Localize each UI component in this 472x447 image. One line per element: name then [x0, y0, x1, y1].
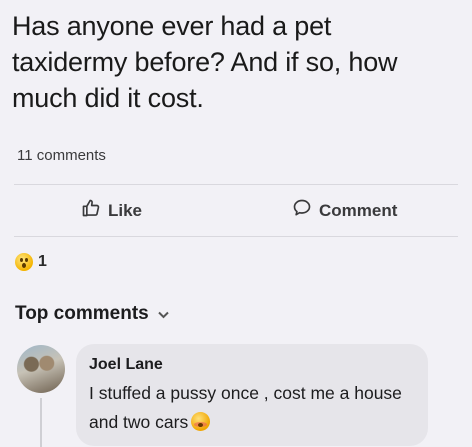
speech-bubble-icon: [292, 198, 312, 223]
divider: [14, 184, 458, 185]
comment-count-link[interactable]: 11 comments: [17, 147, 106, 164]
avatar[interactable]: [17, 345, 65, 393]
post-text: Has anyone ever had a pet taxidermy befo…: [12, 11, 398, 113]
thumbs-up-icon: [81, 198, 101, 223]
like-button[interactable]: Like: [81, 198, 142, 223]
comment-label: Comment: [319, 200, 398, 220]
comment-text: I stuffed a pussy once , cost me a house…: [89, 383, 402, 432]
flushed-emoji-icon: [191, 412, 211, 431]
reaction-summary[interactable]: 1: [15, 253, 47, 271]
thread-line: [40, 398, 42, 447]
wow-emoji-icon: [15, 253, 33, 271]
comment-text-container: I stuffed a pussy once , cost me a house…: [89, 379, 419, 437]
top-comments-dropdown[interactable]: Top comments: [15, 303, 169, 325]
like-label: Like: [108, 200, 143, 220]
comment-button[interactable]: Comment: [292, 198, 397, 223]
comment-author[interactable]: Joel Lane: [89, 356, 163, 374]
reaction-count: 1: [38, 253, 47, 270]
divider: [14, 236, 458, 237]
chevron-down-icon: [158, 308, 169, 322]
sort-label: Top comments: [15, 303, 149, 324]
